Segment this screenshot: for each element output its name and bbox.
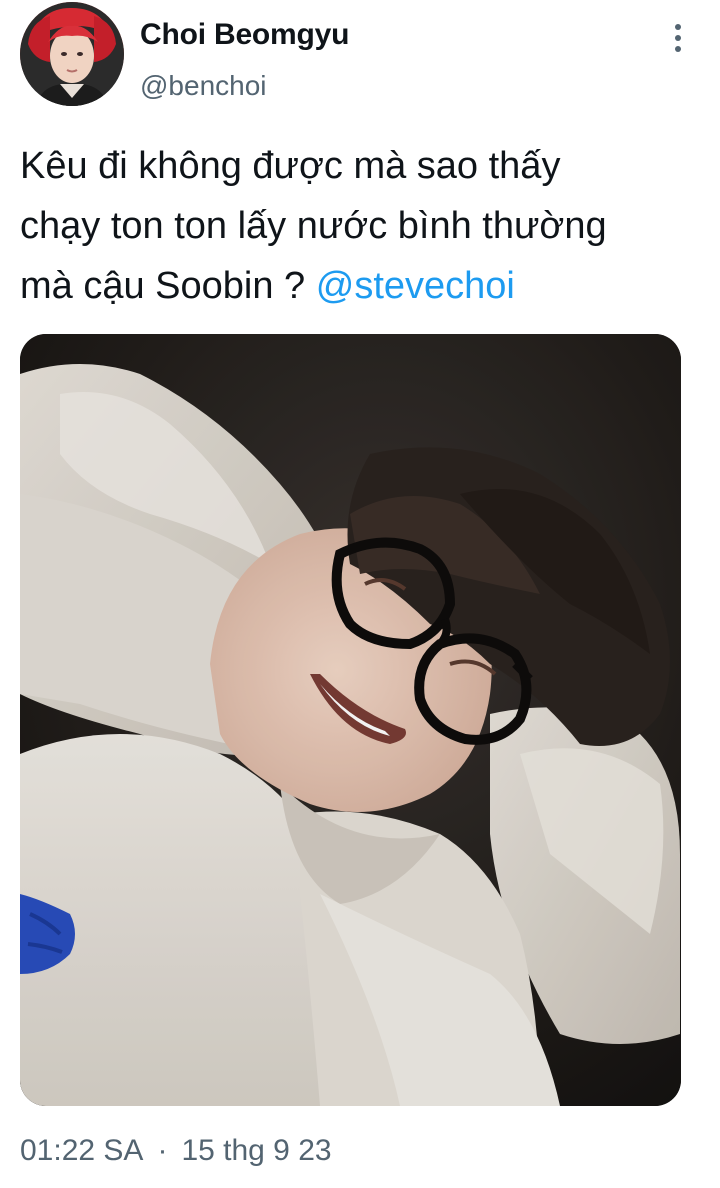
tweet-text-line: Kêu đi không được mà sao thấy (20, 145, 561, 187)
mention-link[interactable]: @stevechoi (316, 265, 515, 307)
tweet-text-line: chạy ton ton lấy nước bình thường (20, 205, 607, 247)
tweet-text: Kêu đi không được mà sao thấy chạy ton t… (20, 136, 700, 316)
more-options-button[interactable] (664, 18, 692, 58)
vertical-ellipsis-icon (675, 46, 681, 52)
tweet-date: 15 thg 9 23 (181, 1134, 332, 1167)
author-display-name[interactable]: Choi Beomgyu (140, 18, 349, 52)
meta-separator: · (157, 1134, 168, 1167)
avatar-photo (20, 2, 124, 106)
author-handle[interactable]: @benchoi (140, 70, 267, 102)
vertical-ellipsis-icon (675, 35, 681, 41)
avatar[interactable] (20, 2, 124, 106)
vertical-ellipsis-icon (675, 24, 681, 30)
tweet: Choi Beomgyu @benchoi Kêu đi không được … (0, 0, 720, 1188)
tweet-timestamp[interactable]: 01:22 SA · 15 thg 9 23 (20, 1134, 332, 1168)
tweet-text-segment: mà cậu Soobin ? (20, 265, 316, 307)
tweet-time: 01:22 SA (20, 1134, 144, 1167)
tweet-text-line: mà cậu Soobin ? @stevechoi (20, 256, 700, 316)
tweet-media-photo[interactable] (20, 334, 681, 1106)
photo-image (20, 334, 681, 1106)
